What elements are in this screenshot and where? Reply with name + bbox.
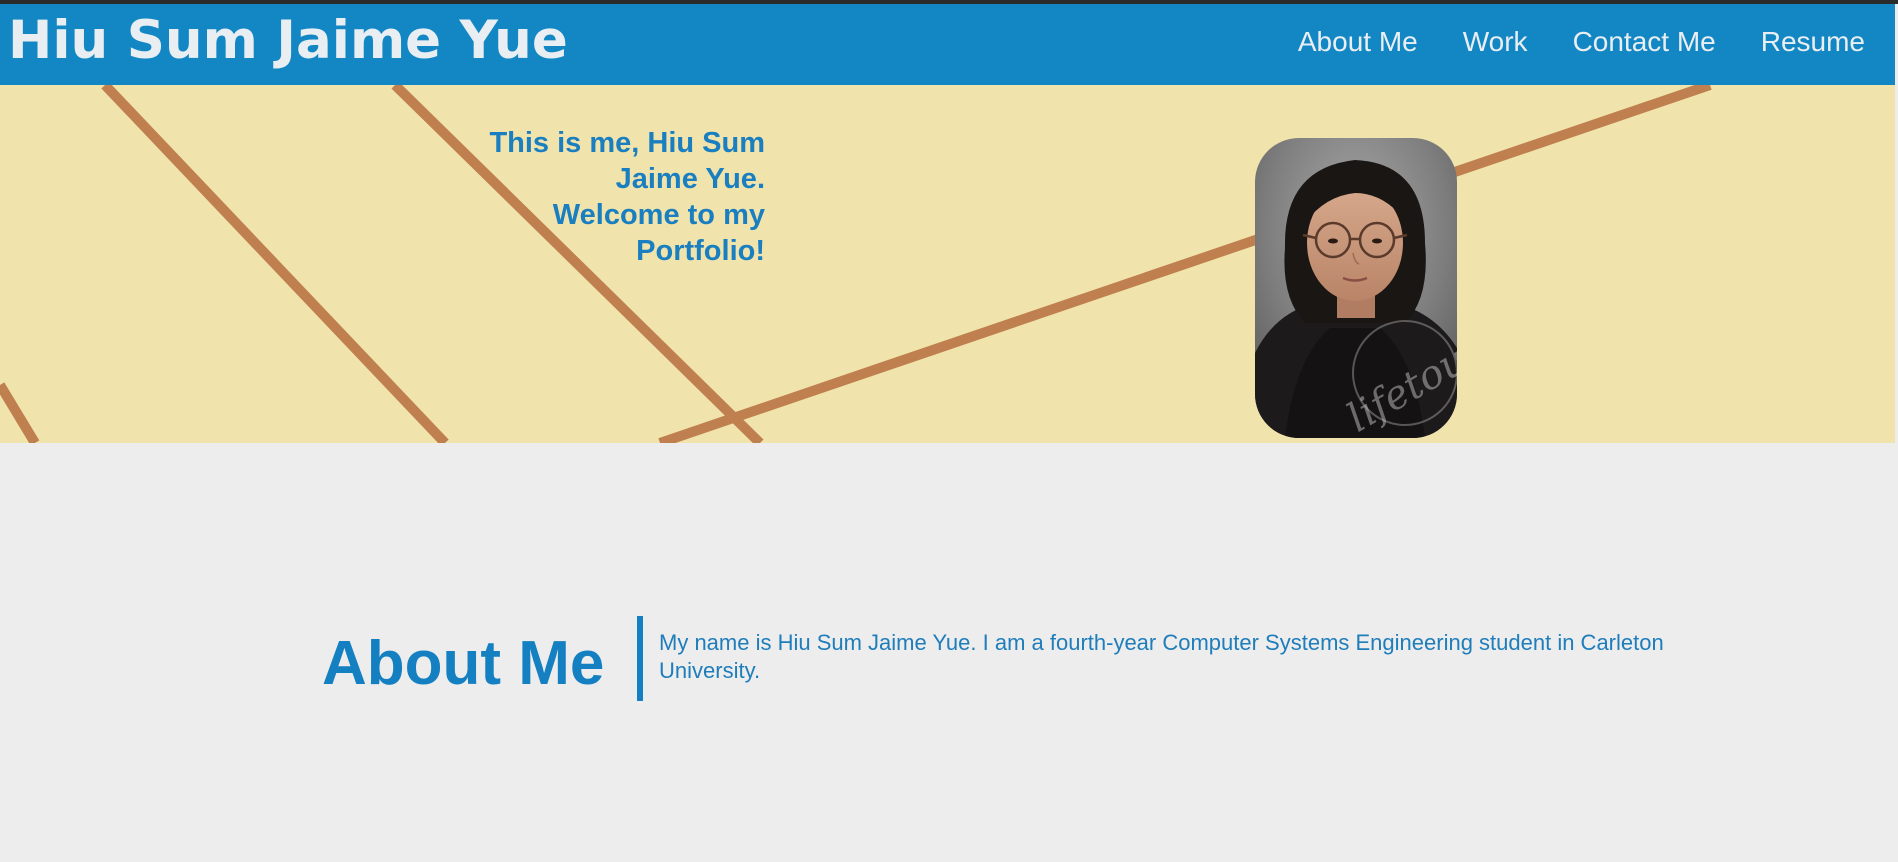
hero-background-lines [0, 85, 1712, 443]
nav-link-resume[interactable]: Resume [1761, 28, 1865, 56]
hero-intro-line: This is me, Hiu Sum [489, 127, 765, 159]
nav-link-about-me[interactable]: About Me [1298, 28, 1418, 56]
nav-link-contact-me[interactable]: Contact Me [1573, 28, 1716, 56]
hero-intro-line: Jaime Yue. [615, 163, 765, 195]
hero-banner: This is me, Hiu Sum Jaime Yue. Welcome t… [0, 85, 1895, 443]
hero-intro-line: Welcome to my [552, 199, 765, 231]
portrait-image: lifetouch [1255, 138, 1457, 438]
about-section: About Me My name is Hiu Sum Jaime Yue. I… [0, 443, 1895, 862]
site-title[interactable]: Hiu Sum Jaime Yue [8, 14, 568, 67]
hero-intro-line: Portfolio! [636, 235, 765, 267]
about-heading: About Me [322, 629, 605, 698]
site-header: Hiu Sum Jaime Yue About Me Work Contact … [0, 4, 1895, 85]
main-nav: About Me Work Contact Me Resume [1298, 28, 1865, 56]
about-divider [637, 616, 643, 701]
nav-link-work[interactable]: Work [1463, 28, 1528, 56]
hero-intro-text: This is me, Hiu Sum Jaime Yue. Welcome t… [420, 125, 765, 269]
about-body-text: My name is Hiu Sum Jaime Yue. I am a fou… [659, 630, 1664, 683]
portrait-photo: lifetouch [1255, 138, 1457, 438]
